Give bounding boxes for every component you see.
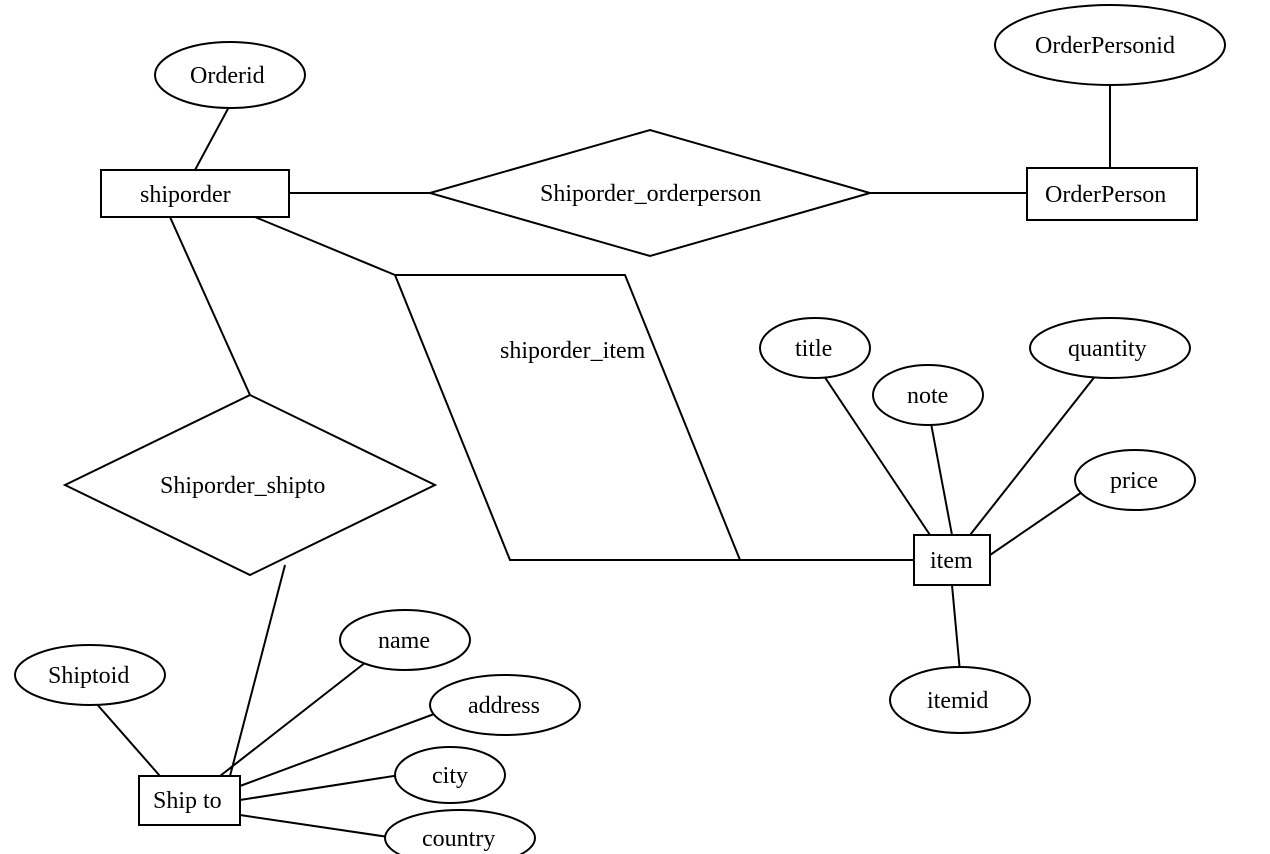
label-entity-orderperson: OrderPerson xyxy=(1045,182,1166,208)
label-entity-shipto: Ship to xyxy=(153,788,222,814)
edge-shiporder-rel-shipto xyxy=(170,217,250,395)
edge-shiporder-rel-item-a xyxy=(255,217,395,275)
label-attr-itemid: itemid xyxy=(927,688,988,714)
label-rel-shiporder-orderperson: Shiporder_orderperson xyxy=(540,181,761,207)
edge-orderid-shiporder xyxy=(195,105,230,170)
label-entity-shiporder: shiporder xyxy=(140,182,231,208)
rel-shiporder-item xyxy=(395,275,740,560)
label-attr-price: price xyxy=(1110,468,1158,494)
edge-rel-shipto-shipto xyxy=(230,565,285,776)
label-attr-name: name xyxy=(378,628,430,654)
edge-item-price xyxy=(990,490,1085,555)
label-attr-orderid: Orderid xyxy=(190,63,265,89)
edge-shipto-name xyxy=(220,655,375,776)
label-attr-shiptoid: Shiptoid xyxy=(48,663,129,689)
edge-item-itemid xyxy=(952,585,960,672)
edge-item-note xyxy=(930,418,952,535)
label-rel-shiporder-shipto: Shiporder_shipto xyxy=(160,473,325,499)
label-rel-shiporder-item: shiporder_item xyxy=(500,338,646,364)
label-attr-quantity: quantity xyxy=(1068,336,1147,362)
edge-shipto-shiptoid xyxy=(95,702,160,776)
label-attr-note: note xyxy=(907,383,948,409)
edge-shipto-country xyxy=(240,815,395,838)
edge-item-quantity xyxy=(970,370,1100,535)
label-attr-address: address xyxy=(468,693,540,719)
label-attr-title: title xyxy=(795,336,832,362)
label-entity-item: item xyxy=(930,548,973,574)
label-attr-orderpersonid: OrderPersonid xyxy=(1035,33,1175,59)
label-attr-country: country xyxy=(422,826,495,852)
label-attr-city: city xyxy=(432,763,468,789)
edge-shipto-city xyxy=(240,775,400,800)
